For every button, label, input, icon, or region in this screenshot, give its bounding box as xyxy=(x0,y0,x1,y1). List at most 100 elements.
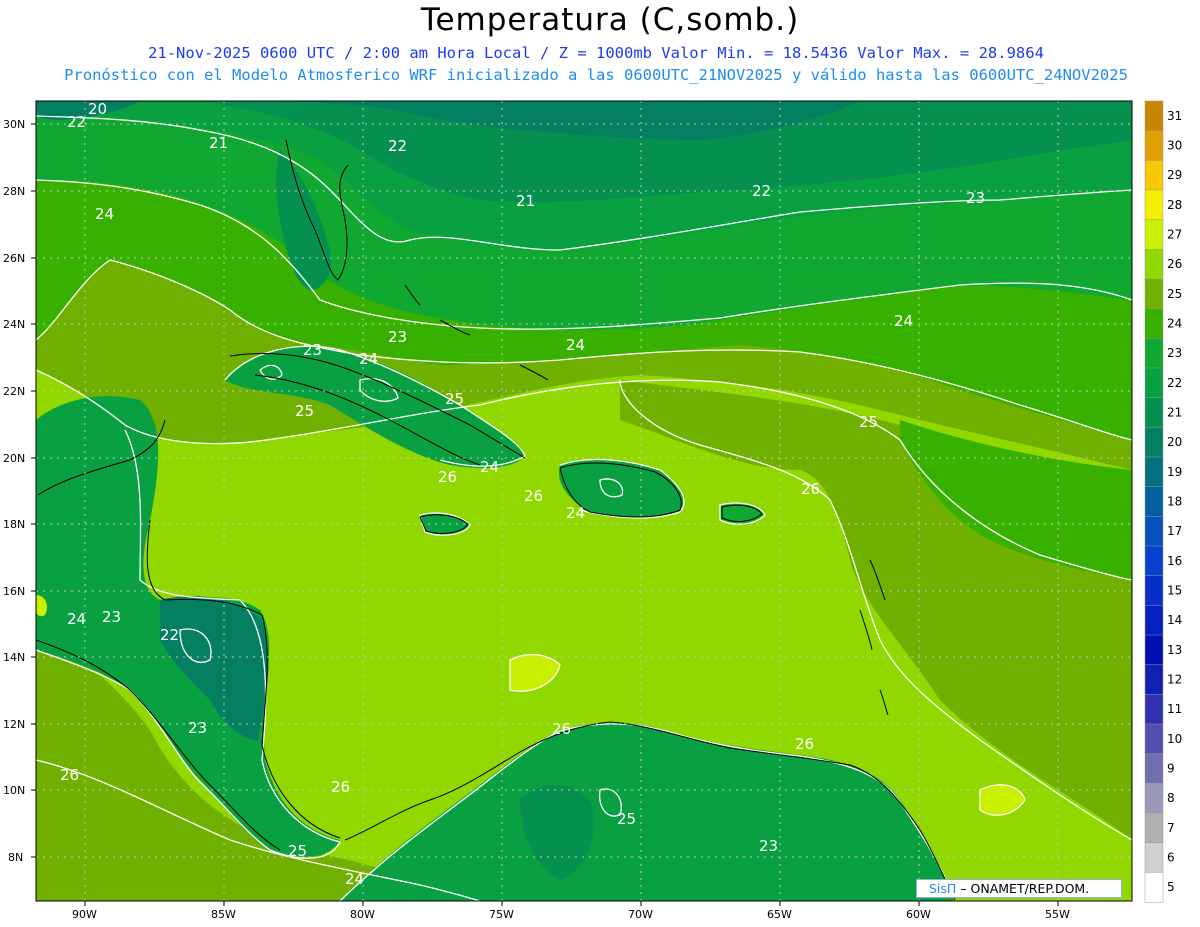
lon-axis: 90W 85W 80W 75W 70W 65W 60W 55W xyxy=(72,901,1070,921)
colorbar-box xyxy=(1144,456,1164,488)
contour-label: 25 xyxy=(445,390,464,408)
colorbar-label: 26 xyxy=(1167,257,1182,271)
contour-label: 24 xyxy=(566,336,585,354)
colorbar-box xyxy=(1144,397,1164,428)
colorbar-box xyxy=(1144,872,1164,903)
contour-label: 24 xyxy=(894,312,913,330)
colorbar-label: 17 xyxy=(1167,524,1182,538)
contour-label: 21 xyxy=(516,192,535,210)
colorbar-label: 6 xyxy=(1167,851,1175,865)
colorbar-label: 29 xyxy=(1167,168,1182,182)
contour-label: 25 xyxy=(617,810,636,828)
contour-label: 25 xyxy=(859,413,878,431)
colorbar-label: 20 xyxy=(1167,435,1182,449)
colorbar-box xyxy=(1144,634,1164,666)
lat-label: 12N xyxy=(3,718,25,731)
colorbar-label: 31 xyxy=(1167,109,1182,123)
colorbar-box xyxy=(1144,694,1164,725)
colorbar-box xyxy=(1144,338,1164,369)
colorbar-label: 19 xyxy=(1167,465,1182,479)
colorbar-label: 11 xyxy=(1167,702,1182,716)
colorbar-box xyxy=(1144,130,1164,161)
lon-label: 90W xyxy=(72,908,97,921)
contour-label: 23 xyxy=(759,837,778,855)
colorbar-box xyxy=(1144,783,1164,814)
contour-label: 23 xyxy=(966,189,985,207)
contour-label: 22 xyxy=(160,626,179,644)
colorbar-label: 23 xyxy=(1167,346,1182,360)
contour-label: 26 xyxy=(552,720,571,738)
lon-label: 70W xyxy=(628,908,653,921)
colorbar-label: 9 xyxy=(1167,762,1175,776)
colorbar-box xyxy=(1144,664,1164,695)
colorbar-label: 8 xyxy=(1167,791,1175,805)
colorbar-label: 10 xyxy=(1167,732,1182,746)
contour-label: 24 xyxy=(480,458,499,476)
lon-label: 85W xyxy=(211,908,236,921)
lon-label: 65W xyxy=(767,908,792,921)
colorbar-box xyxy=(1144,753,1164,784)
contour-label: 24 xyxy=(566,504,585,522)
lat-label: 14N xyxy=(3,651,25,664)
colorbar-label: 22 xyxy=(1167,376,1182,390)
contour-label: 24 xyxy=(67,610,86,628)
contour-label: 26 xyxy=(801,480,820,498)
temperature-map: 20 22 21 22 21 22 23 24 23 24 24 24 23 2… xyxy=(3,100,1182,921)
lat-label: 16N xyxy=(3,585,25,598)
colorbar-label: 16 xyxy=(1167,554,1182,568)
contour-label: 21 xyxy=(209,134,228,152)
contour-label: 24 xyxy=(359,350,378,368)
colorbar-label: 12 xyxy=(1167,673,1182,687)
lat-label: 8N xyxy=(8,851,23,864)
shaded-field: 20 22 21 22 21 22 23 24 23 24 24 24 23 2… xyxy=(36,100,1132,901)
colorbar-label: 18 xyxy=(1167,495,1182,509)
credit-brand: SisΠ xyxy=(929,881,957,896)
lat-label: 10N xyxy=(3,784,25,797)
colorbar-box xyxy=(1144,575,1164,606)
lon-label: 55W xyxy=(1045,908,1070,921)
colorbar-box xyxy=(1144,100,1164,132)
colorbar-box xyxy=(1144,219,1164,250)
colorbar-label: 5 xyxy=(1167,880,1175,894)
colorbar-box xyxy=(1144,842,1164,873)
colorbar-label: 28 xyxy=(1167,198,1182,212)
contour-label: 22 xyxy=(752,182,771,200)
lat-axis: 30N 28N 26N 24N 22N 20N 18N 16N 14N 12N … xyxy=(3,118,36,864)
contour-label: 23 xyxy=(102,608,121,626)
lon-label: 80W xyxy=(350,908,375,921)
lat-label: 18N xyxy=(3,518,25,531)
contour-label: 26 xyxy=(60,766,79,784)
colorbar-box xyxy=(1144,278,1164,310)
colorbar-box xyxy=(1144,723,1164,755)
colorbar-label: 21 xyxy=(1167,406,1182,420)
colorbar-box xyxy=(1144,812,1164,844)
colorbar-label: 25 xyxy=(1167,287,1182,301)
colorbar-label: 7 xyxy=(1167,821,1175,835)
credit-box: SisΠ – ONAMET/REP.DOM. xyxy=(916,879,1122,898)
colorbar-box xyxy=(1144,545,1164,577)
contour-label: 24 xyxy=(95,205,114,223)
lat-label: 24N xyxy=(3,318,25,331)
lat-label: 28N xyxy=(3,185,25,198)
lat-label: 20N xyxy=(3,452,25,465)
contour-label: 24 xyxy=(345,870,364,888)
lat-label: 30N xyxy=(3,118,25,131)
lon-label: 60W xyxy=(906,908,931,921)
contour-label: 23 xyxy=(303,341,322,359)
contour-label: 22 xyxy=(388,137,407,155)
colorbar-label: 15 xyxy=(1167,584,1182,598)
contour-label: 25 xyxy=(288,842,307,860)
contour-label: 20 xyxy=(88,100,107,118)
colorbar-box xyxy=(1144,189,1164,221)
colorbar-label: 14 xyxy=(1167,613,1182,627)
colorbar-label: 30 xyxy=(1167,139,1182,153)
colorbar-label: 13 xyxy=(1167,643,1182,657)
colorbar-label: 24 xyxy=(1167,317,1182,331)
contour-label: 23 xyxy=(188,719,207,737)
colorbar: 31 30 29 28 27 26 25 24 23 22 21 20 19 18 17 16 15 14 13 12… xyxy=(1144,100,1182,903)
colorbar-box xyxy=(1144,367,1164,399)
colorbar-box xyxy=(1144,308,1164,339)
colorbar-box xyxy=(1144,427,1164,458)
contour-label: 26 xyxy=(438,468,457,486)
colorbar-box xyxy=(1144,605,1164,636)
